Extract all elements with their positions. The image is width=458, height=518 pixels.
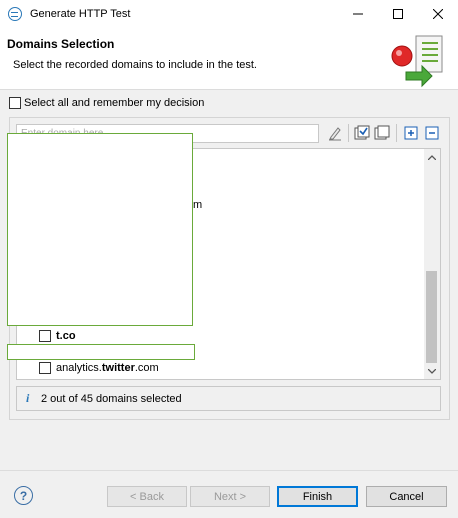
finish-button[interactable]: Finish	[277, 486, 358, 507]
toolbar-separator	[348, 124, 349, 142]
check-all-icon[interactable]	[354, 125, 370, 141]
window-title: Generate HTTP Test	[30, 8, 131, 20]
info-icon: i	[26, 391, 30, 405]
close-icon	[433, 9, 443, 19]
collapse-all-icon[interactable]	[424, 125, 440, 141]
select-all-label: Select all and remember my decision	[24, 97, 205, 109]
page-title: Domains Selection	[7, 37, 115, 51]
footer-divider	[0, 470, 458, 471]
domain-label: analytics.twitter.com	[56, 362, 159, 374]
back-button[interactable]: < Back	[107, 486, 187, 507]
select-all-row[interactable]: Select all and remember my decision	[9, 97, 204, 109]
status-text: 2 out of 45 domains selected	[41, 392, 182, 405]
scroll-down-button[interactable]	[424, 363, 440, 379]
wizard-header: Domains Selection Select the recorded do…	[0, 28, 458, 90]
selection-status: i 2 out of 45 domains selected	[16, 386, 441, 411]
toolbar-separator	[396, 124, 397, 142]
wizard-test-icon	[391, 35, 443, 88]
maximize-icon	[393, 9, 403, 19]
app-icon	[8, 7, 22, 21]
window-controls	[338, 0, 458, 28]
help-button[interactable]: ?	[14, 486, 33, 505]
clear-filter-icon[interactable]	[327, 125, 343, 141]
domain-checkbox[interactable]	[39, 330, 51, 342]
next-button[interactable]: Next >	[190, 486, 270, 507]
uncheck-all-icon[interactable]	[374, 125, 390, 141]
domain-checkbox[interactable]	[39, 362, 51, 374]
minimize-button[interactable]	[338, 0, 378, 28]
scrollbar-thumb[interactable]	[426, 271, 437, 363]
maximize-button[interactable]	[378, 0, 418, 28]
page-description: Select the recorded domains to include i…	[13, 59, 257, 71]
partial-domain-text: m	[193, 199, 203, 211]
scroll-up-button[interactable]	[424, 149, 440, 165]
list-item[interactable]: analytics.twitter.com	[39, 360, 159, 376]
domain-label: t.co	[56, 330, 76, 342]
overlay-panel	[7, 133, 193, 326]
chevron-up-icon	[428, 154, 436, 160]
vertical-scrollbar[interactable]	[424, 149, 440, 379]
overlay-strip	[7, 344, 195, 360]
close-button[interactable]	[418, 0, 458, 28]
help-icon: ?	[19, 488, 28, 503]
expand-all-icon[interactable]	[403, 125, 419, 141]
cancel-button[interactable]: Cancel	[366, 486, 447, 507]
chevron-down-icon	[428, 368, 436, 374]
list-item[interactable]: t.co	[39, 328, 76, 344]
title-bar: Generate HTTP Test	[0, 0, 458, 28]
select-all-checkbox[interactable]	[9, 97, 21, 109]
minimize-icon	[353, 13, 363, 15]
